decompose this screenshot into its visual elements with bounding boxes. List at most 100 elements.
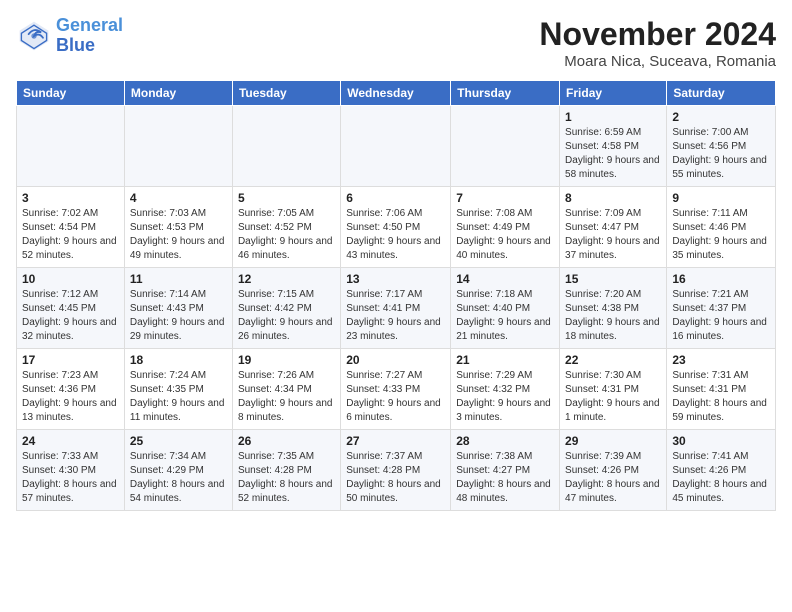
day-info: Sunrise: 7:08 AM Sunset: 4:49 PM Dayligh… [456,207,554,263]
location-title: Moara Nica, Suceava, Romania [539,53,776,70]
day-info: Sunrise: 7:18 AM Sunset: 4:40 PM Dayligh… [456,288,554,344]
day-info: Sunrise: 7:05 AM Sunset: 4:52 PM Dayligh… [238,207,335,263]
day-info: Sunrise: 7:33 AM Sunset: 4:30 PM Dayligh… [22,450,119,506]
header-monday: Monday [124,81,232,106]
day-number: 7 [456,191,554,205]
header-sunday: Sunday [17,81,125,106]
header: General Blue November 2024 Moara Nica, S… [16,16,776,70]
day-number: 6 [346,191,445,205]
calendar-cell: 27Sunrise: 7:37 AM Sunset: 4:28 PM Dayli… [341,430,451,511]
calendar-week-2: 10 Sunrise: 7:12 AM Sunset: 4:45 PM Dayli… [17,268,776,349]
calendar-cell: 22 Sunrise: 7:30 AM Sunset: 4:31 PM Dayli… [560,349,667,430]
day-info: Sunrise: 7:23 AM Sunset: 4:36 PM Dayligh… [22,369,119,425]
calendar-cell: 17 Sunrise: 7:23 AM Sunset: 4:36 PM Dayli… [17,349,125,430]
day-number: 27 [346,434,445,448]
logo-blue: Blue [56,36,123,56]
calendar-cell: 7 Sunrise: 7:08 AM Sunset: 4:49 PM Daylig… [451,187,560,268]
day-info: Sunrise: 7:17 AM Sunset: 4:41 PM Dayligh… [346,288,445,344]
day-info: Sunrise: 7:30 AM Sunset: 4:31 PM Dayligh… [565,369,661,425]
header-wednesday: Wednesday [341,81,451,106]
calendar-cell: 3 Sunrise: 7:02 AM Sunset: 4:54 PM Daylig… [17,187,125,268]
day-info: Sunrise: 7:35 AM Sunset: 4:28 PM Dayligh… [238,450,335,506]
calendar-cell: 6 Sunrise: 7:06 AM Sunset: 4:50 PM Daylig… [341,187,451,268]
calendar-cell: 23 Sunrise: 7:31 AM Sunset: 4:31 PM Dayli… [667,349,776,430]
calendar-cell: 1Sunrise: 6:59 AM Sunset: 4:58 PM Daylig… [560,106,667,187]
day-info: Sunrise: 7:06 AM Sunset: 4:50 PM Dayligh… [346,207,445,263]
day-number: 9 [672,191,770,205]
day-info: Sunrise: 7:03 AM Sunset: 4:53 PM Dayligh… [130,207,227,263]
day-number: 18 [130,353,227,367]
day-number: 4 [130,191,227,205]
calendar-week-1: 3 Sunrise: 7:02 AM Sunset: 4:54 PM Daylig… [17,187,776,268]
day-info: Sunrise: 7:27 AM Sunset: 4:33 PM Dayligh… [346,369,445,425]
header-saturday: Saturday [667,81,776,106]
day-number: 28 [456,434,554,448]
day-number: 22 [565,353,661,367]
day-info: Sunrise: 6:59 AM Sunset: 4:58 PM Dayligh… [565,126,661,182]
calendar-cell: 11 Sunrise: 7:14 AM Sunset: 4:43 PM Dayli… [124,268,232,349]
logo-text: General Blue [56,16,123,56]
day-number: 10 [22,272,119,286]
day-number: 26 [238,434,335,448]
header-thursday: Thursday [451,81,560,106]
calendar-header-row: SundayMondayTuesdayWednesdayThursdayFrid… [17,81,776,106]
day-number: 16 [672,272,770,286]
calendar-cell: 13Sunrise: 7:17 AM Sunset: 4:41 PM Dayli… [341,268,451,349]
day-info: Sunrise: 7:02 AM Sunset: 4:54 PM Dayligh… [22,207,119,263]
day-number: 8 [565,191,661,205]
day-info: Sunrise: 7:38 AM Sunset: 4:27 PM Dayligh… [456,450,554,506]
calendar-cell [451,106,560,187]
day-info: Sunrise: 7:26 AM Sunset: 4:34 PM Dayligh… [238,369,335,425]
calendar-cell: 29 Sunrise: 7:39 AM Sunset: 4:26 PM Dayli… [560,430,667,511]
calendar-table: SundayMondayTuesdayWednesdayThursdayFrid… [16,80,776,511]
day-info: Sunrise: 7:29 AM Sunset: 4:32 PM Dayligh… [456,369,554,425]
calendar-cell: 19Sunrise: 7:26 AM Sunset: 4:34 PM Dayli… [232,349,340,430]
calendar-cell [124,106,232,187]
calendar-cell: 4 Sunrise: 7:03 AM Sunset: 4:53 PM Daylig… [124,187,232,268]
day-number: 20 [346,353,445,367]
day-number: 14 [456,272,554,286]
day-info: Sunrise: 7:20 AM Sunset: 4:38 PM Dayligh… [565,288,661,344]
title-block: November 2024 Moara Nica, Suceava, Roman… [539,16,776,70]
day-number: 12 [238,272,335,286]
header-friday: Friday [560,81,667,106]
day-info: Sunrise: 7:14 AM Sunset: 4:43 PM Dayligh… [130,288,227,344]
calendar-cell: 8Sunrise: 7:09 AM Sunset: 4:47 PM Daylig… [560,187,667,268]
calendar-cell: 12 Sunrise: 7:15 AM Sunset: 4:42 PM Dayli… [232,268,340,349]
day-info: Sunrise: 7:24 AM Sunset: 4:35 PM Dayligh… [130,369,227,425]
calendar-cell: 20 Sunrise: 7:27 AM Sunset: 4:33 PM Dayli… [341,349,451,430]
calendar-cell: 10 Sunrise: 7:12 AM Sunset: 4:45 PM Dayli… [17,268,125,349]
day-number: 2 [672,110,770,124]
day-number: 17 [22,353,119,367]
calendar-cell: 26 Sunrise: 7:35 AM Sunset: 4:28 PM Dayli… [232,430,340,511]
day-number: 23 [672,353,770,367]
calendar-cell [232,106,340,187]
calendar-cell: 18 Sunrise: 7:24 AM Sunset: 4:35 PM Dayli… [124,349,232,430]
day-info: Sunrise: 7:39 AM Sunset: 4:26 PM Dayligh… [565,450,661,506]
day-number: 11 [130,272,227,286]
logo: General Blue [16,16,123,56]
day-info: Sunrise: 7:34 AM Sunset: 4:29 PM Dayligh… [130,450,227,506]
day-info: Sunrise: 7:11 AM Sunset: 4:46 PM Dayligh… [672,207,770,263]
day-number: 5 [238,191,335,205]
calendar-cell [17,106,125,187]
calendar-cell: 21Sunrise: 7:29 AM Sunset: 4:32 PM Dayli… [451,349,560,430]
day-info: Sunrise: 7:31 AM Sunset: 4:31 PM Dayligh… [672,369,770,425]
calendar-cell: 25 Sunrise: 7:34 AM Sunset: 4:29 PM Dayli… [124,430,232,511]
day-info: Sunrise: 7:00 AM Sunset: 4:56 PM Dayligh… [672,126,770,182]
calendar-cell: 2 Sunrise: 7:00 AM Sunset: 4:56 PM Daylig… [667,106,776,187]
calendar-week-3: 17 Sunrise: 7:23 AM Sunset: 4:36 PM Dayli… [17,349,776,430]
day-number: 25 [130,434,227,448]
calendar-cell [341,106,451,187]
logo-general: General [56,15,123,35]
calendar-cell: 14 Sunrise: 7:18 AM Sunset: 4:40 PM Dayli… [451,268,560,349]
day-info: Sunrise: 7:15 AM Sunset: 4:42 PM Dayligh… [238,288,335,344]
day-info: Sunrise: 7:41 AM Sunset: 4:26 PM Dayligh… [672,450,770,506]
day-info: Sunrise: 7:12 AM Sunset: 4:45 PM Dayligh… [22,288,119,344]
calendar-cell: 30 Sunrise: 7:41 AM Sunset: 4:26 PM Dayli… [667,430,776,511]
day-number: 3 [22,191,119,205]
month-title: November 2024 [539,16,776,53]
day-number: 29 [565,434,661,448]
header-tuesday: Tuesday [232,81,340,106]
day-number: 30 [672,434,770,448]
